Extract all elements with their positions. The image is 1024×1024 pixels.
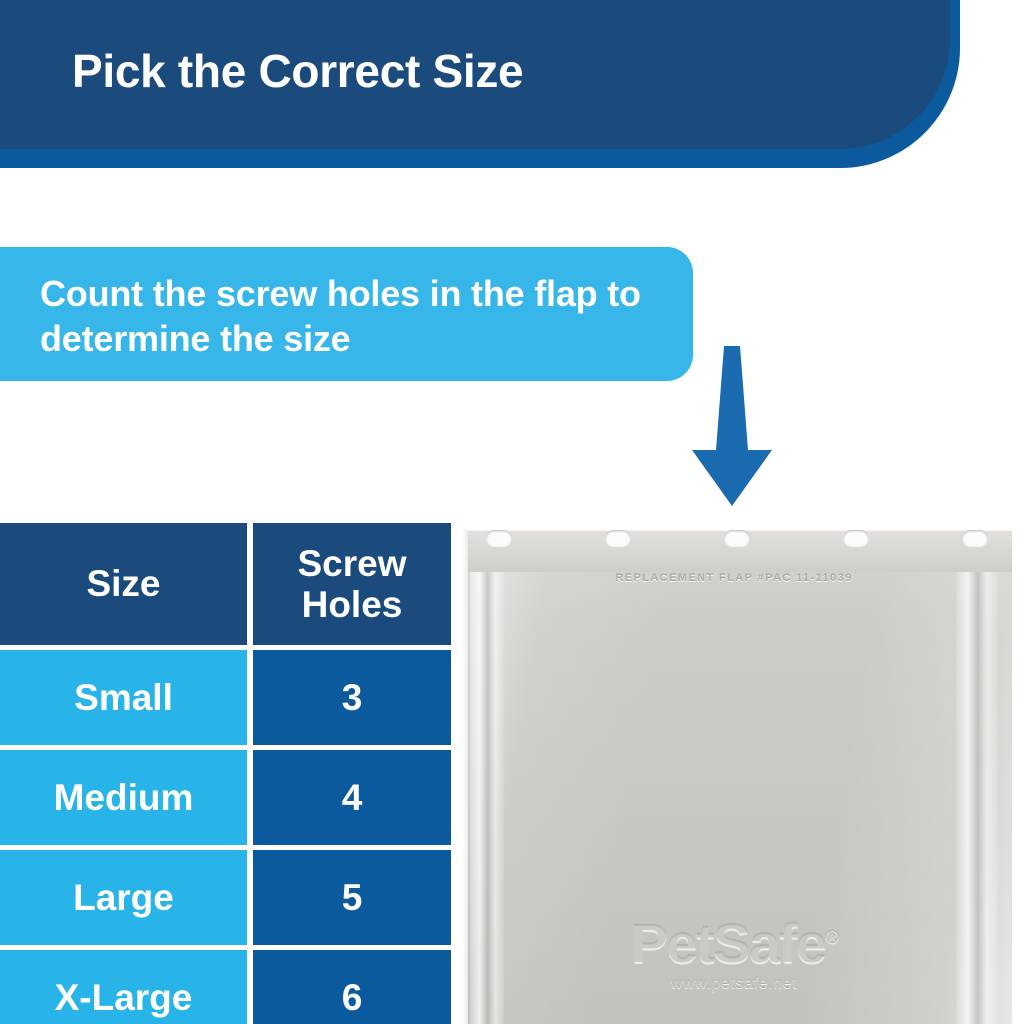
screw-hole-1 xyxy=(486,530,512,547)
screw-hole-2 xyxy=(605,530,631,547)
trademark-symbol: ® xyxy=(825,926,839,947)
table-row: Medium 4 xyxy=(0,750,451,845)
cell-holes-xlarge: 6 xyxy=(253,950,451,1024)
screw-hole-3 xyxy=(724,530,750,547)
table-row: Large 5 xyxy=(0,850,451,945)
cell-size-small: Small xyxy=(0,650,247,745)
cell-size-medium: Medium xyxy=(0,750,247,845)
table-row: X-Large 6 xyxy=(0,950,451,1024)
screw-hole-4 xyxy=(843,530,869,547)
infographic-canvas: Pick the Correct Size Count the screw ho… xyxy=(0,0,1024,1024)
petsafe-website: www.petsafe.net xyxy=(670,975,798,992)
cell-holes-medium: 4 xyxy=(253,750,451,845)
cell-size-xlarge: X-Large xyxy=(0,950,247,1024)
instruction-callout: Count the screw holes in the flap to det… xyxy=(0,247,693,381)
column-header-screw-holes: Screw Holes xyxy=(253,523,451,645)
screw-hole-5 xyxy=(962,530,988,547)
petsafe-logo-text: PetSafe xyxy=(630,911,827,974)
product-photo-flap: REPLACEMENT FLAP #PAC 11-11039 PetSafe® … xyxy=(462,520,1024,1024)
instruction-text: Count the screw holes in the flap to det… xyxy=(40,273,641,360)
cell-holes-large: 5 xyxy=(253,850,451,945)
flap-part-number: REPLACEMENT FLAP #PAC 11-11039 xyxy=(615,572,853,584)
cell-size-large: Large xyxy=(0,850,247,945)
petsafe-logo: PetSafe® xyxy=(462,910,1006,975)
page-title: Pick the Correct Size xyxy=(72,45,524,97)
size-chart-table: Size Screw Holes Small 3 Medium 4 Large … xyxy=(0,523,451,1024)
table-header-row: Size Screw Holes xyxy=(0,523,451,645)
cell-holes-small: 3 xyxy=(253,650,451,745)
down-arrow-icon xyxy=(686,346,778,506)
table-row: Small 3 xyxy=(0,650,451,745)
column-header-size: Size xyxy=(0,523,247,645)
